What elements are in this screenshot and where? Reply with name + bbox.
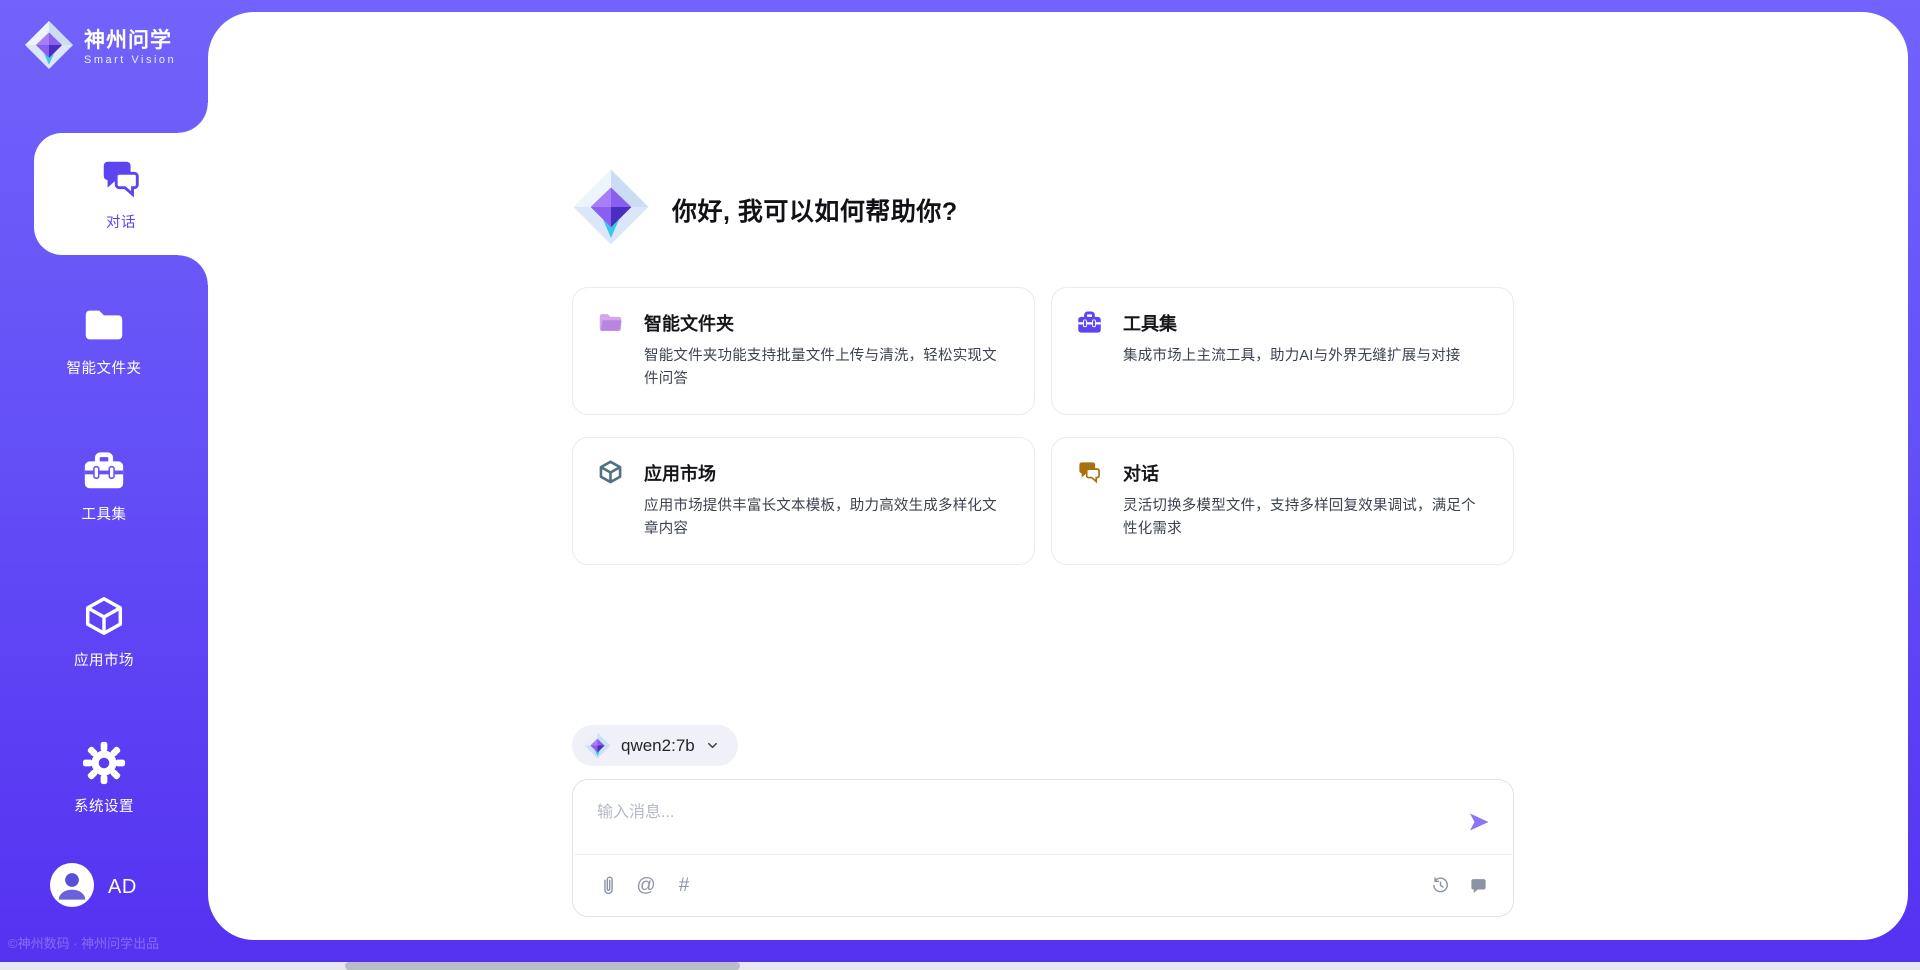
chat-icon: [98, 156, 144, 202]
diamond-logo-icon: [572, 168, 650, 251]
diamond-logo-icon: [584, 732, 611, 759]
sidebar-item-label: 应用市场: [74, 649, 134, 670]
history-icon[interactable]: [1429, 875, 1451, 897]
card-description: 灵活切换多模型文件，支持多样回复效果调试，满足个性化需求: [1123, 495, 1489, 541]
sidebar-item-chat[interactable]: 对话: [34, 133, 208, 255]
card-title: 智能文件夹: [644, 310, 734, 336]
card-title: 应用市场: [644, 460, 716, 486]
toolbox-icon: [1076, 309, 1103, 336]
folder-icon: [597, 309, 624, 336]
horizontal-scrollbar[interactable]: [0, 962, 1920, 970]
copyright-text: ©神州数码 · 神州问学出品: [8, 933, 208, 952]
folder-icon: [81, 302, 127, 348]
gear-icon: [81, 740, 127, 786]
sidebar: 神州问学 Smart Vision 对话 智能文件夹: [0, 0, 208, 970]
message-input-box: @ #: [572, 779, 1514, 917]
brand-subtitle: Smart Vision: [84, 54, 176, 66]
sidebar-item-smart-folder[interactable]: 智能文件夹: [0, 279, 208, 401]
chat-bubble-icon[interactable]: [1467, 875, 1489, 897]
sidebar-nav: 对话 智能文件夹 工具集: [0, 133, 208, 839]
card-smart-folder[interactable]: 智能文件夹 智能文件夹功能支持批量文件上传与清洗，轻松实现文件问答: [572, 287, 1035, 415]
brand-title: 神州问学: [84, 29, 176, 53]
user-initials: AD: [108, 876, 137, 899]
card-description: 智能文件夹功能支持批量文件上传与清洗，轻松实现文件问答: [644, 345, 1010, 391]
card-chat[interactable]: 对话 灵活切换多模型文件，支持多样回复效果调试，满足个性化需求: [1051, 437, 1514, 565]
chevron-down-icon: [705, 738, 720, 753]
hash-icon[interactable]: #: [673, 875, 695, 897]
chat-icon: [1076, 459, 1103, 486]
card-app-market[interactable]: 应用市场 应用市场提供丰富长文本模板，助力高效生成多样化文章内容: [572, 437, 1035, 565]
sidebar-item-label: 对话: [106, 211, 136, 232]
card-description: 集成市场上主流工具，助力AI与外界无缝扩展与对接: [1123, 345, 1489, 368]
sidebar-item-label: 系统设置: [74, 795, 134, 816]
card-toolset[interactable]: 工具集 集成市场上主流工具，助力AI与外界无缝扩展与对接: [1051, 287, 1514, 415]
person-icon: [50, 863, 94, 912]
card-description: 应用市场提供丰富长文本模板，助力高效生成多样化文章内容: [644, 495, 1010, 541]
brand: 神州问学 Smart Vision: [0, 0, 208, 75]
model-selector[interactable]: qwen2:7b: [572, 725, 738, 766]
feature-cards: 智能文件夹 智能文件夹功能支持批量文件上传与清洗，轻松实现文件问答: [572, 287, 1514, 565]
composer-toolbar: @ #: [574, 854, 1512, 916]
scrollbar-thumb[interactable]: [345, 962, 740, 970]
sidebar-item-app-market[interactable]: 应用市场: [0, 571, 208, 693]
greeting-text: 你好, 我可以如何帮助你?: [672, 192, 958, 228]
main-content: 你好, 我可以如何帮助你? 智能文件夹 智能文件夹功能支持批量文件上传与清洗，轻…: [208, 12, 1908, 940]
sidebar-item-label: 工具集: [82, 503, 127, 524]
card-title: 对话: [1123, 460, 1159, 486]
sidebar-item-settings[interactable]: 系统设置: [0, 717, 208, 839]
sidebar-item-label: 智能文件夹: [67, 357, 142, 378]
composer: qwen2:7b @: [572, 725, 1514, 917]
brand-text: 神州问学 Smart Vision: [84, 29, 176, 65]
cube-icon: [597, 459, 624, 486]
message-input[interactable]: [597, 790, 1455, 854]
diamond-logo-icon: [24, 20, 74, 75]
sidebar-item-toolbox[interactable]: 工具集: [0, 425, 208, 547]
at-icon[interactable]: @: [635, 875, 657, 897]
greeting: 你好, 我可以如何帮助你?: [572, 168, 1514, 251]
model-name: qwen2:7b: [621, 736, 695, 756]
user-profile[interactable]: AD: [50, 863, 208, 912]
cube-icon: [81, 594, 127, 640]
paperclip-icon[interactable]: [597, 875, 619, 897]
toolbox-icon: [81, 448, 127, 494]
send-icon[interactable]: [1467, 810, 1491, 834]
card-title: 工具集: [1123, 310, 1177, 336]
